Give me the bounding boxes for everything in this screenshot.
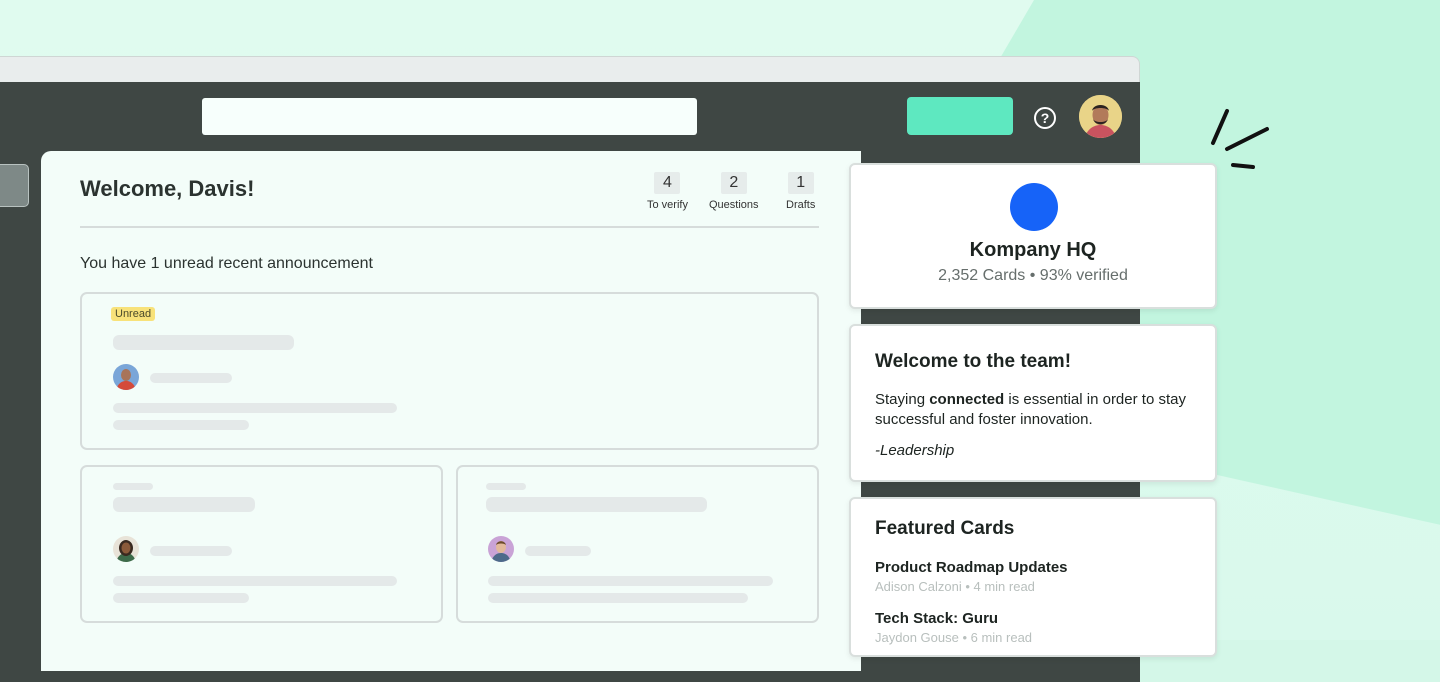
stat-label: Questions — [709, 199, 759, 211]
team-note-signature: -Leadership — [875, 442, 955, 459]
skeleton-author — [150, 546, 232, 556]
skeleton-title — [113, 335, 294, 350]
featured-card-meta: Adison Calzoni • 4 min read — [875, 579, 1035, 594]
team-note-text: Staying — [875, 391, 930, 408]
header-divider — [80, 226, 819, 228]
skeleton-title — [113, 497, 255, 512]
company-name: Kompany HQ — [969, 239, 1097, 261]
skeleton-line — [488, 593, 748, 603]
new-button[interactable] — [907, 97, 1013, 135]
skeleton-line — [113, 403, 397, 413]
skeleton-line — [113, 593, 249, 603]
help-icon[interactable]: ? — [1034, 107, 1056, 129]
skeleton-line — [113, 420, 249, 430]
skeleton-author — [150, 373, 232, 383]
skeleton-title — [486, 497, 707, 512]
author-avatar — [113, 364, 139, 390]
skeleton-line — [488, 576, 773, 586]
unread-badge: Unread — [111, 307, 156, 321]
featured-title: Featured Cards — [875, 518, 1015, 539]
featured-card-item[interactable]: Product Roadmap Updates Adison Calzoni •… — [875, 559, 1068, 594]
stat-value: 4 — [654, 172, 681, 194]
author-avatar — [488, 536, 514, 562]
skeleton-tag — [486, 483, 526, 490]
user-avatar[interactable] — [1079, 95, 1122, 138]
sidebar-tab[interactable] — [0, 164, 29, 207]
skeleton-tag — [113, 483, 153, 490]
stat-questions[interactable]: 2 Questions — [709, 172, 759, 211]
stat-label: Drafts — [786, 199, 816, 211]
team-note-body: Staying connected is essential in order … — [875, 390, 1195, 430]
featured-card-title: Product Roadmap Updates — [875, 559, 1068, 576]
stat-value: 1 — [787, 172, 814, 194]
author-avatar — [113, 536, 139, 562]
company-logo — [1010, 183, 1058, 231]
team-note-emphasis: connected — [929, 391, 1005, 408]
team-note-title: Welcome to the team! — [875, 351, 1072, 372]
company-stats: 2,352 Cards • 93% verified — [938, 267, 1128, 284]
stat-label: To verify — [647, 199, 688, 211]
featured-card-title: Tech Stack: Guru — [875, 610, 999, 627]
announcement-summary: You have 1 unread recent announcement — [80, 255, 373, 272]
featured-card-meta: Jaydon Gouse • 6 min read — [875, 630, 1033, 645]
skeleton-author — [525, 546, 591, 556]
page-title: Welcome, Davis! — [80, 176, 255, 201]
stat-to-verify[interactable]: 4 To verify — [647, 172, 688, 211]
stat-value: 2 — [720, 172, 747, 194]
stat-drafts[interactable]: 1 Drafts — [786, 172, 815, 211]
search-input[interactable] — [202, 98, 697, 135]
skeleton-line — [113, 576, 397, 586]
